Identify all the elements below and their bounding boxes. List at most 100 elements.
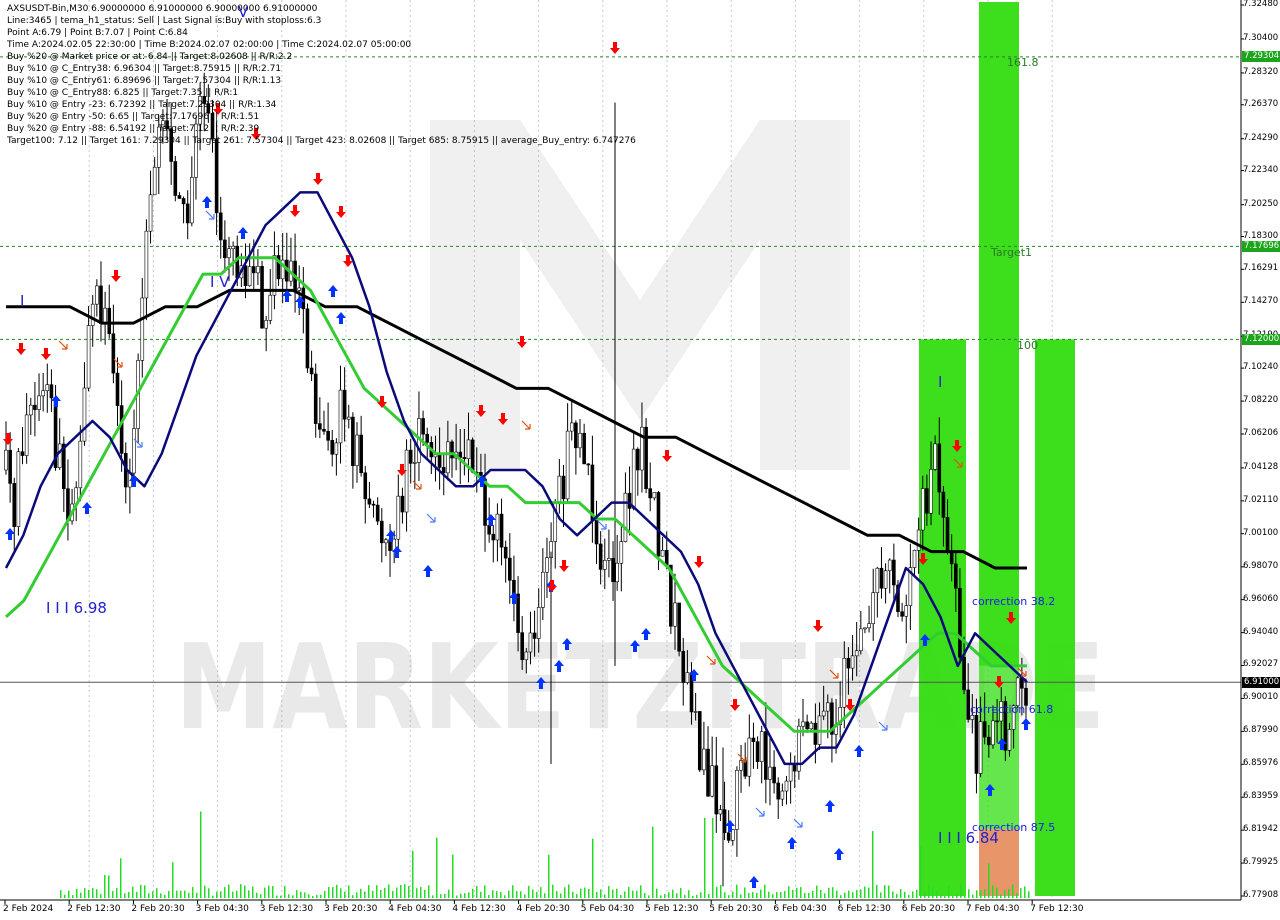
candle-body <box>28 404 33 416</box>
price-label: 7.06206 <box>1243 427 1279 438</box>
time-label: 2 Feb 2024 <box>3 904 54 914</box>
volume-bar <box>120 858 122 898</box>
info-line-symbol: AXSUSDT-Bin,M30 6.90000000 6.91000000 6.… <box>7 4 318 14</box>
candle-body <box>462 457 467 460</box>
zone-right <box>1035 339 1075 897</box>
volume-bar <box>388 884 390 898</box>
candle-body <box>111 333 116 374</box>
volume-bar <box>676 893 678 898</box>
volume-bar <box>896 893 898 898</box>
candle-body <box>413 462 417 464</box>
volume-bar <box>456 895 458 898</box>
candle-body <box>673 602 677 627</box>
volume-bar <box>588 888 590 898</box>
info-line-entry61: Buy %10 @ C_Entry61: 6.89696 || Target:7… <box>7 76 282 86</box>
volume-bar <box>340 888 342 898</box>
volume-bar <box>384 887 386 898</box>
volume-bar <box>204 885 206 898</box>
volume-bar <box>612 889 614 898</box>
volume-bar <box>756 892 758 898</box>
candle-body <box>764 731 768 780</box>
candle-body <box>1007 729 1012 751</box>
volume-bar <box>508 890 510 898</box>
candle-body <box>545 557 549 573</box>
volume-bar <box>156 888 158 898</box>
volume-bar <box>868 887 870 898</box>
price-label: 7.00100 <box>1243 527 1279 538</box>
volume-bar <box>372 890 374 898</box>
time-label: 2 Feb 12:30 <box>67 904 121 914</box>
volume-bar <box>624 891 626 898</box>
volume-bar <box>196 892 198 898</box>
candle-body <box>495 513 500 541</box>
candle-body <box>900 611 904 617</box>
candle-body <box>33 404 37 410</box>
time-label: 3 Feb 20:30 <box>324 904 378 914</box>
candle-body <box>640 426 644 471</box>
volume-bar <box>976 890 978 898</box>
volume-bar <box>280 895 282 898</box>
volume-bar <box>284 886 286 898</box>
candle-body <box>813 722 818 745</box>
volume-bar <box>472 888 474 898</box>
time-label: 2 Feb 20:30 <box>131 904 185 914</box>
volume-bar <box>192 887 194 898</box>
price-label: 7.32480 <box>1243 0 1279 9</box>
candle-body <box>313 373 318 424</box>
candle-body <box>726 832 731 841</box>
candle-body <box>780 790 785 800</box>
candle-body <box>607 558 611 561</box>
volume-bar <box>724 892 726 898</box>
candle-body <box>825 702 830 712</box>
volume-bar <box>264 887 266 898</box>
candle-body <box>421 418 425 435</box>
candle-body <box>978 721 983 774</box>
volume-bar <box>88 890 90 898</box>
candle-body <box>941 491 946 518</box>
price-label: 6.87990 <box>1243 725 1279 736</box>
candle-body <box>103 307 107 324</box>
volume-bar <box>688 890 690 898</box>
correction-38-label: correction 38.2 <box>972 595 1056 608</box>
candle-body <box>115 372 120 406</box>
volume-bar <box>228 884 230 898</box>
time-label: 3 Feb 04:30 <box>195 904 249 914</box>
volume-bar <box>68 890 70 898</box>
volume-bar <box>544 893 546 898</box>
candle-body <box>854 650 859 657</box>
volume-bar <box>772 894 774 898</box>
volume-bar <box>600 889 602 898</box>
volume-bar <box>84 888 86 898</box>
volume-bar <box>144 885 146 898</box>
candle-body <box>322 429 326 432</box>
price-label: 7.28320 <box>1243 66 1279 77</box>
volume-bar <box>256 892 258 898</box>
volume-bar <box>468 892 470 898</box>
volume-bar <box>760 889 762 898</box>
candle-body <box>735 769 739 830</box>
candle-body <box>602 560 607 570</box>
correction-61-label: correction 61.8 <box>970 703 1054 716</box>
volume-bar <box>168 891 170 898</box>
volume-bar <box>744 887 746 898</box>
price-label: 7.14270 <box>1243 296 1279 307</box>
volume-bar <box>928 884 930 898</box>
price-label: 6.85976 <box>1243 758 1279 769</box>
candle-body <box>611 558 615 583</box>
volume-bar <box>516 891 518 898</box>
volume-bar <box>404 884 406 898</box>
candle-body <box>499 513 504 548</box>
volume-bar <box>968 889 970 898</box>
volume-bar <box>1028 891 1030 898</box>
volume-bar <box>336 884 338 898</box>
candle-body <box>408 449 413 464</box>
volume-bar <box>768 891 770 898</box>
volume-bar <box>892 891 894 898</box>
candle-body <box>656 492 661 557</box>
candle-body <box>801 721 805 727</box>
candle-body <box>367 498 372 505</box>
volume-bar <box>188 892 190 898</box>
candle-body <box>301 287 306 310</box>
volume-bar <box>692 895 694 898</box>
candle-body <box>82 387 87 442</box>
